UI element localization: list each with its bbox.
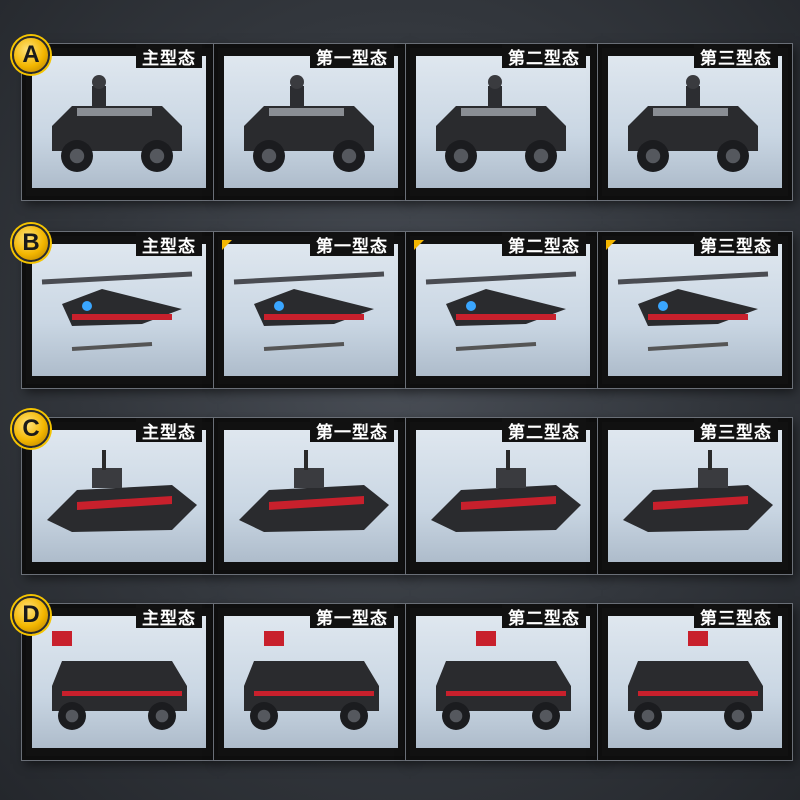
card-label: 第三型态	[700, 48, 772, 69]
row-c: C 主型态 第一型态 第二型态 第三型态	[0, 410, 800, 598]
racecar-image	[623, 450, 773, 532]
missile-truck-image	[52, 631, 187, 730]
card-label: 主型态	[142, 422, 196, 443]
card-label: 第三型态	[700, 422, 772, 443]
card-d-main[interactable]: 主型态	[22, 604, 216, 760]
card-label: 第一型态	[316, 608, 388, 629]
jeep-with-figure-image	[52, 75, 182, 172]
bomber-image	[436, 631, 571, 730]
row-badge-a: A	[12, 36, 50, 74]
card-a-form3[interactable]: 第三型态	[598, 44, 792, 200]
card-label: 第二型态	[508, 48, 580, 69]
card-label: 主型态	[142, 236, 196, 257]
card-label: 主型态	[142, 608, 196, 629]
card-d-form2[interactable]: 第二型态	[406, 604, 600, 760]
hovercraft-image	[244, 631, 379, 730]
row-a: A 主型态 第一型态 第二型态 第三型态	[0, 36, 800, 224]
card-c-form3[interactable]: 第三型态	[598, 418, 792, 574]
armored-car-image	[244, 75, 374, 172]
card-a-form2[interactable]: 第二型态	[406, 44, 600, 200]
card-a-main[interactable]: 主型态	[22, 44, 216, 200]
card-a-form1[interactable]: 第一型态	[214, 44, 408, 200]
row-b: B 主型态 第一型态 第二型态 第三型态	[0, 224, 800, 412]
card-label: 第三型态	[700, 236, 772, 257]
mech-image	[431, 450, 581, 532]
plane-image	[425, 271, 577, 351]
row-badge-c: C	[12, 410, 50, 448]
turret-image	[617, 271, 769, 351]
card-d-form1[interactable]: 第一型态	[214, 604, 408, 760]
card-b-main[interactable]: 主型态	[22, 232, 216, 388]
row-d: D 主型态 第一型态 第二型态 第三型态	[0, 596, 800, 784]
jeep-image	[628, 75, 758, 172]
row-badge-b: B	[12, 224, 50, 262]
card-b-form2[interactable]: 第二型态	[406, 232, 600, 388]
card-label: 第一型态	[316, 422, 388, 443]
card-d-form3[interactable]: 第三型态	[598, 604, 792, 760]
card-label: 主型态	[142, 48, 196, 69]
speedboat-image	[47, 450, 197, 532]
jet-image	[239, 450, 389, 532]
card-b-form1[interactable]: 第一型态	[214, 232, 408, 388]
card-label: 第二型态	[508, 422, 580, 443]
card-label: 第一型态	[316, 48, 388, 69]
tank-image	[628, 631, 763, 730]
helicopter-image	[41, 271, 193, 351]
model-grid: A 主型态 第一型态 第二型态 第三型态 B 主型态 第一型态 第二型态 第三型…	[0, 0, 800, 800]
card-label: 第三型态	[700, 608, 772, 629]
card-c-form1[interactable]: 第一型态	[214, 418, 408, 574]
card-b-form3[interactable]: 第三型态	[598, 232, 792, 388]
card-label: 第二型态	[508, 236, 580, 257]
card-label: 第一型态	[316, 236, 388, 257]
swat-boat-image	[233, 271, 385, 351]
card-c-main[interactable]: 主型态	[22, 418, 216, 574]
card-label: 第二型态	[508, 608, 580, 629]
buggy-image	[436, 75, 566, 172]
card-c-form2[interactable]: 第二型态	[406, 418, 600, 574]
row-badge-d: D	[12, 596, 50, 634]
